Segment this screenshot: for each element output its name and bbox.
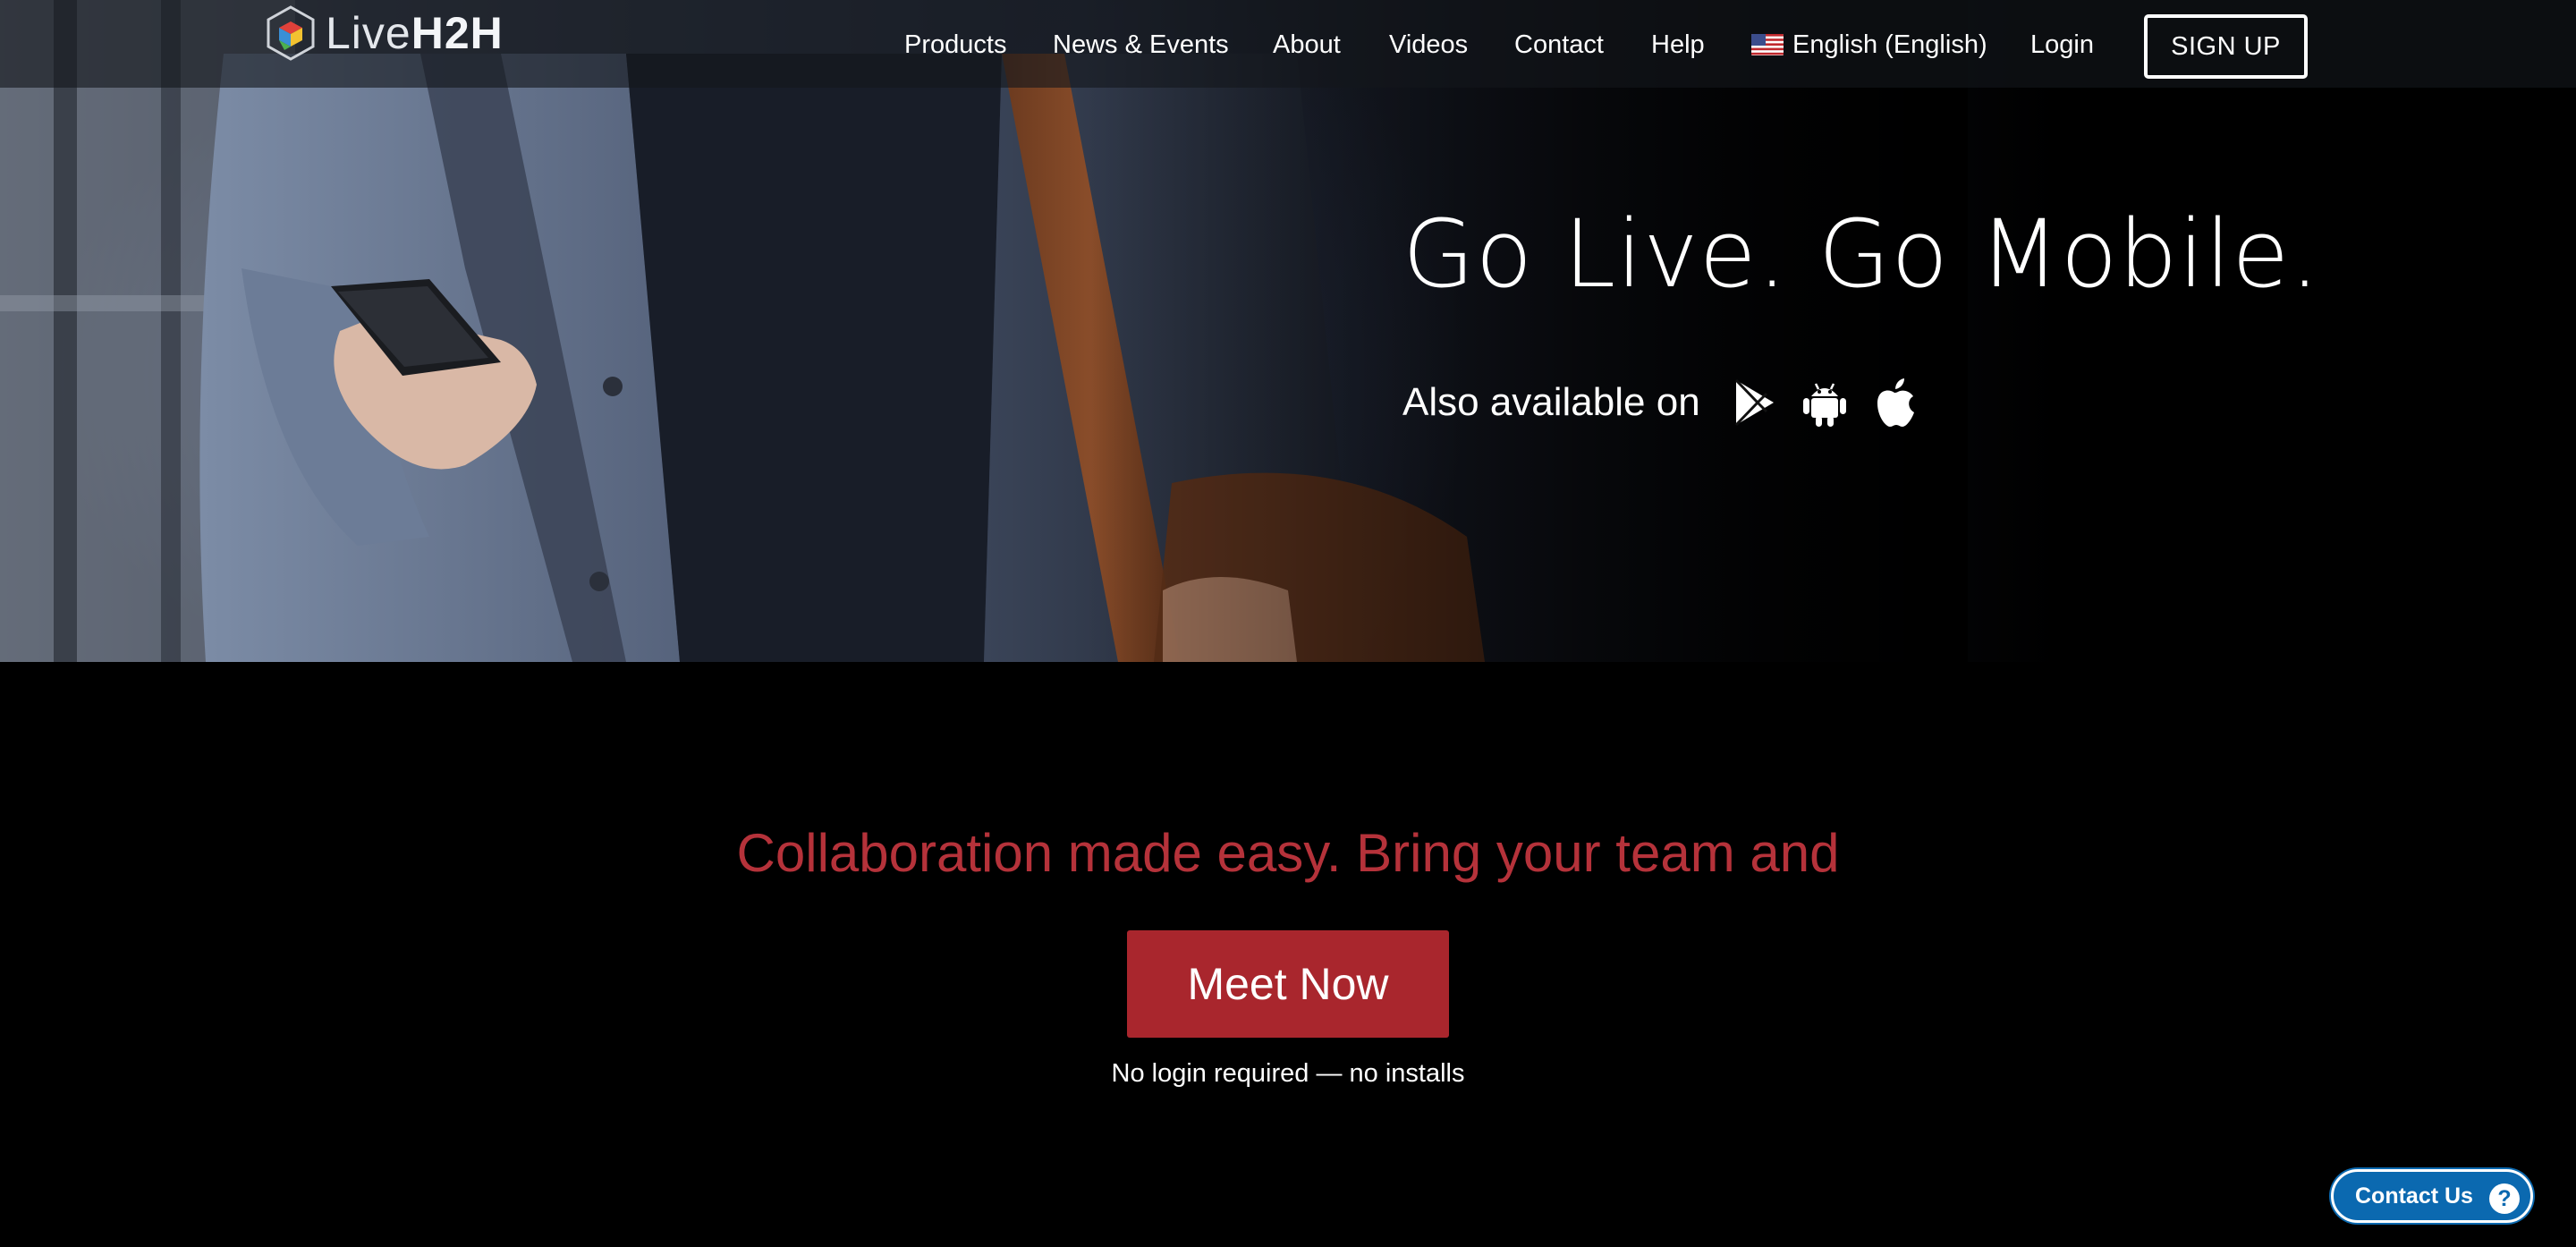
nav-about[interactable]: About	[1273, 29, 1341, 61]
nav-contact[interactable]: Contact	[1514, 29, 1604, 61]
no-login-subtext: No login required — no installs	[1111, 1059, 1465, 1088]
signup-button[interactable]: SIGN UP	[2144, 14, 2308, 79]
hero-title: Go Live. Go Mobile.	[1402, 199, 2321, 309]
top-navbar: Live H2H Products News & Events About Vid…	[0, 0, 2576, 88]
apple-icon[interactable]	[1870, 377, 1919, 428]
contact-us-widget[interactable]: Contact Us ?	[2331, 1169, 2533, 1223]
nav-news-events[interactable]: News & Events	[1053, 29, 1229, 61]
app-availability: Also available on	[1402, 376, 1919, 429]
language-selector[interactable]: English (English)	[1751, 29, 1987, 61]
contact-us-label: Contact Us	[2355, 1183, 2473, 1209]
us-flag-icon	[1751, 34, 1784, 55]
collaboration-tagline: Collaboration made easy. Bring your team…	[736, 823, 1840, 883]
nav-help[interactable]: Help	[1651, 29, 1705, 61]
meet-now-button[interactable]: Meet Now	[1127, 930, 1449, 1038]
nav-products[interactable]: Products	[904, 29, 1006, 61]
hero-background-photo	[0, 0, 1968, 662]
android-icon[interactable]	[1801, 377, 1849, 428]
language-label: English (English)	[1792, 30, 1987, 59]
also-available-label: Also available on	[1402, 380, 1700, 424]
help-question-icon: ?	[2489, 1183, 2520, 1214]
google-play-icon[interactable]	[1731, 377, 1779, 428]
nav-videos[interactable]: Videos	[1389, 29, 1468, 61]
nav-login[interactable]: Login	[2030, 29, 2094, 61]
hero-section: Live H2H Products News & Events About Vid…	[0, 0, 2576, 662]
